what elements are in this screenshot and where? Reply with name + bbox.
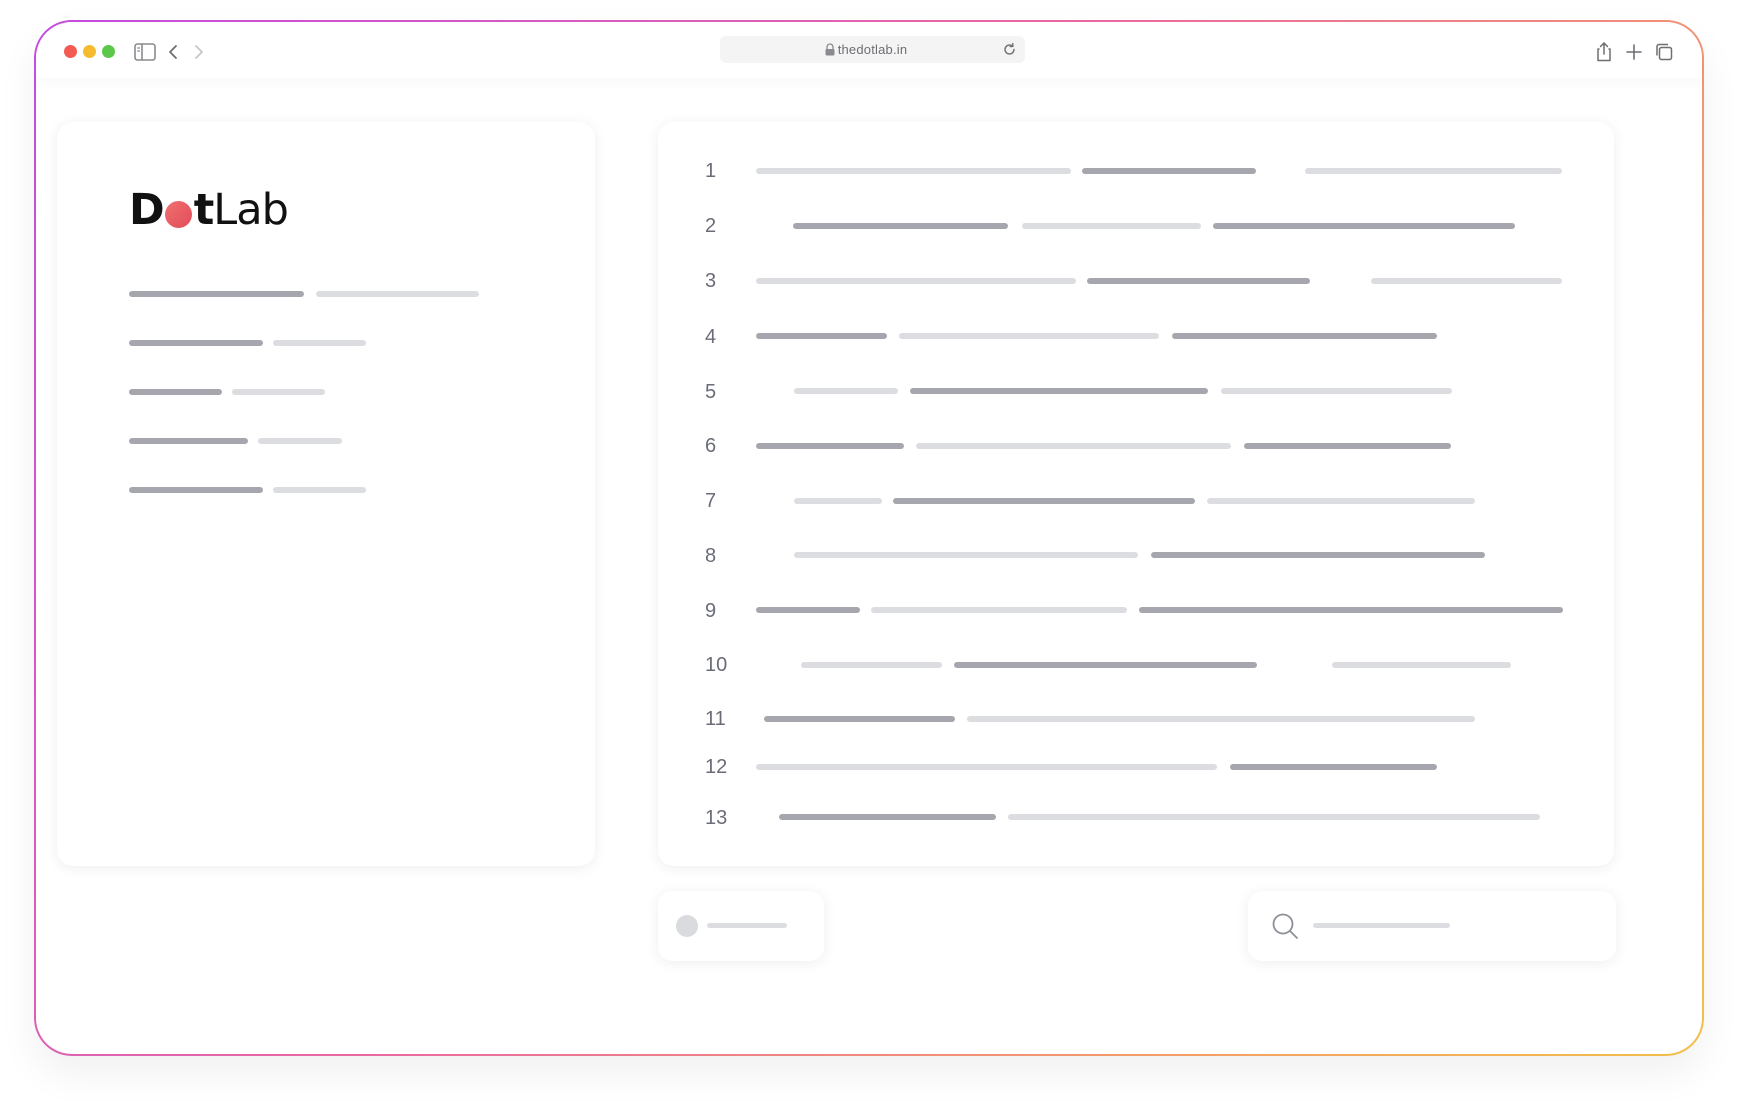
skeleton-text — [273, 340, 366, 346]
code-skeleton — [756, 278, 1076, 284]
code-skeleton — [756, 443, 904, 449]
skeleton-text — [129, 438, 248, 444]
line-number: 11 — [705, 708, 726, 730]
tabs-overview-icon[interactable] — [1651, 39, 1677, 65]
code-skeleton — [1221, 388, 1452, 394]
skeleton-text — [129, 487, 263, 493]
code-skeleton — [916, 443, 1231, 449]
new-tab-icon[interactable] — [1621, 39, 1647, 65]
browser-window: thedotlab.in D t Lab 1 2 3 4 5 6 7 8 9 1… — [36, 22, 1702, 1054]
code-skeleton — [1139, 607, 1563, 613]
browser-toolbar: thedotlab.in — [36, 22, 1702, 78]
code-skeleton — [779, 814, 996, 820]
code-skeleton — [893, 498, 1195, 504]
code-skeleton — [1008, 814, 1540, 820]
line-number: 12 — [705, 756, 728, 778]
code-skeleton — [1371, 278, 1562, 284]
code-skeleton — [1022, 223, 1201, 229]
skeleton-text — [129, 291, 304, 297]
line-number: 7 — [705, 490, 717, 512]
code-skeleton — [1244, 443, 1451, 449]
dotlab-logo: D t Lab — [129, 185, 289, 235]
url-text: thedotlab.in — [837, 42, 908, 57]
code-skeleton — [954, 662, 1257, 668]
code-skeleton — [1207, 498, 1475, 504]
code-skeleton — [871, 607, 1127, 613]
code-skeleton — [899, 333, 1159, 339]
logo-letter-d: D — [129, 185, 165, 235]
maximize-window-button[interactable] — [102, 45, 115, 58]
logo-lab: Lab — [213, 185, 289, 235]
code-skeleton — [1087, 278, 1310, 284]
close-window-button[interactable] — [64, 45, 77, 58]
logo-dot — [164, 201, 192, 228]
code-skeleton — [794, 498, 882, 504]
brand-panel: D t Lab — [57, 122, 595, 866]
code-skeleton — [756, 607, 860, 613]
code-skeleton — [1172, 333, 1437, 339]
forward-icon[interactable] — [186, 39, 212, 65]
code-skeleton — [756, 168, 1071, 174]
line-number: 13 — [705, 807, 728, 829]
line-number: 5 — [705, 381, 717, 403]
code-skeleton — [910, 388, 1208, 394]
code-skeleton — [1213, 223, 1515, 229]
sidebar-toggle-icon[interactable] — [132, 39, 158, 65]
code-skeleton — [793, 223, 1008, 229]
browser-window-frame: thedotlab.in D t Lab 1 2 3 4 5 6 7 8 9 1… — [34, 20, 1704, 1056]
search-placeholder-skeleton — [1313, 923, 1450, 928]
skeleton-text — [129, 389, 222, 395]
code-skeleton — [967, 716, 1475, 722]
skeleton-text — [316, 291, 479, 297]
status-skeleton — [707, 923, 787, 928]
line-number: 3 — [705, 270, 717, 292]
skeleton-text — [129, 340, 263, 346]
minimize-window-button[interactable] — [83, 45, 96, 58]
code-skeleton — [1332, 662, 1511, 668]
share-icon[interactable] — [1591, 39, 1617, 65]
line-number: 10 — [705, 654, 728, 676]
line-number: 9 — [705, 600, 717, 622]
reload-icon[interactable] — [1002, 42, 1017, 57]
skeleton-text — [273, 487, 366, 493]
code-skeleton — [794, 388, 898, 394]
search-icon — [1272, 913, 1298, 939]
line-number: 8 — [705, 545, 717, 567]
code-skeleton — [1305, 168, 1562, 174]
line-number: 2 — [705, 215, 717, 237]
code-skeleton — [794, 552, 1138, 558]
line-number: 1 — [705, 160, 717, 182]
skeleton-text — [232, 389, 325, 395]
line-number: 4 — [705, 326, 717, 348]
code-skeleton — [764, 716, 955, 722]
line-number: 6 — [705, 435, 717, 457]
logo-letter-t: t — [193, 185, 215, 235]
skeleton-text — [258, 438, 342, 444]
code-skeleton — [756, 333, 887, 339]
code-skeleton — [1082, 168, 1256, 174]
code-skeleton — [756, 764, 1217, 770]
code-skeleton — [801, 662, 942, 668]
address-bar[interactable]: thedotlab.in — [720, 36, 1025, 63]
code-skeleton — [1151, 552, 1485, 558]
status-pill[interactable] — [658, 891, 824, 961]
code-skeleton — [1230, 764, 1437, 770]
search-box[interactable] — [1248, 891, 1616, 961]
back-icon[interactable] — [160, 39, 186, 65]
code-editor-panel: 1 2 3 4 5 6 7 8 9 10 11 12 13 — [658, 122, 1614, 866]
avatar — [676, 915, 698, 937]
